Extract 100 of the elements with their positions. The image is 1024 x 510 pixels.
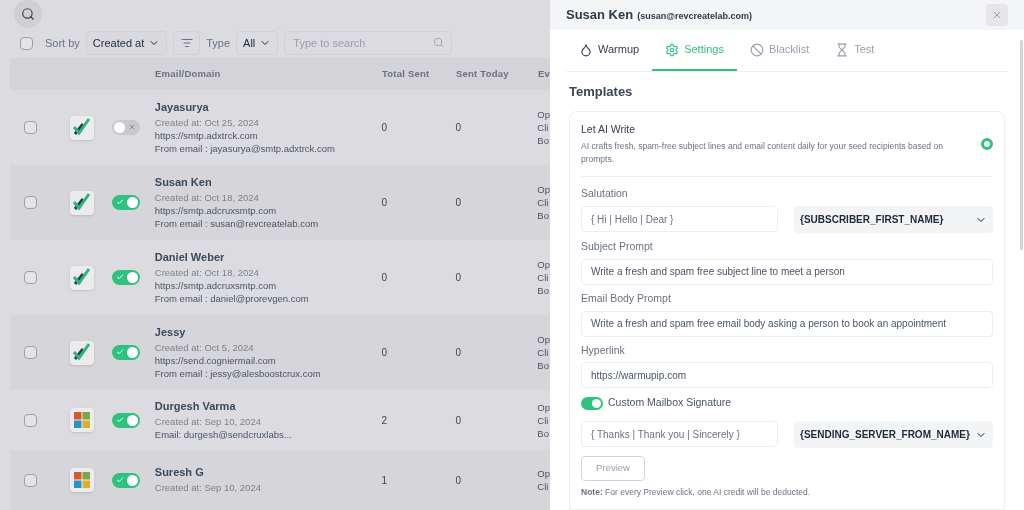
check-icon bbox=[115, 198, 124, 206]
type-dropdown[interactable]: All bbox=[236, 31, 279, 55]
toggle-switch[interactable] bbox=[581, 396, 603, 410]
created-date: Created at: Oct 5, 2024 bbox=[154, 340, 255, 354]
row-checkbox[interactable] bbox=[24, 346, 38, 359]
logo-icon bbox=[69, 340, 94, 365]
account-name: Durgesh Varma bbox=[154, 399, 237, 413]
check-icon bbox=[115, 348, 124, 356]
event-label: Cli bbox=[537, 480, 550, 493]
account-name: Daniel Weber bbox=[154, 250, 226, 264]
close-icon bbox=[991, 9, 1003, 21]
created-date: Created at: Oct 18, 2024 bbox=[154, 190, 260, 204]
panel-email: (susan@revcreatelab.com) bbox=[637, 10, 752, 24]
event-label: Op bbox=[537, 467, 550, 480]
search-icon bbox=[433, 37, 445, 48]
account-detail: From email : jayasurya@smtp.adxtrck.com bbox=[154, 141, 336, 155]
signoff-field[interactable]: { Thanks | Thank you | Sincerely } bbox=[581, 421, 778, 447]
toggle-switch[interactable] bbox=[111, 472, 140, 488]
toggle-switch[interactable] bbox=[111, 270, 140, 285]
row-checkbox[interactable] bbox=[24, 121, 38, 134]
table-row[interactable]: Jessy Created at: Oct 5, 2024 https://send.cogniermail.com From email : jessy@alesboostcrux.com 0 0 Op Cli Bo bbox=[10, 315, 550, 390]
event-label: Op bbox=[537, 183, 550, 196]
windows-logo-icon bbox=[69, 468, 94, 492]
sent-today: 0 bbox=[455, 346, 462, 360]
toggle-switch[interactable] bbox=[111, 412, 140, 428]
search-button[interactable] bbox=[14, 0, 42, 28]
variable-dropdown[interactable]: {SUBSCRIBER_FIRST_NAME} bbox=[794, 206, 993, 233]
event-label: Bo bbox=[537, 209, 550, 222]
account-detail: https://smtp.adcruxsmtp.com bbox=[154, 203, 278, 217]
row-checkbox[interactable] bbox=[24, 196, 38, 209]
total-sent: 1 bbox=[381, 473, 389, 488]
sort-order-button[interactable] bbox=[173, 31, 201, 55]
body-prompt-field[interactable]: Write a fresh and spam free email body asking a person to book an appointment bbox=[581, 310, 993, 337]
event-label: Cli bbox=[537, 121, 550, 134]
row-checkbox[interactable] bbox=[24, 413, 38, 427]
hyperlink-field[interactable]: https://warmupip.com bbox=[581, 362, 993, 389]
row-checkbox[interactable] bbox=[24, 473, 38, 487]
sent-today: 0 bbox=[455, 121, 462, 135]
note-text: Note: For every Preview click, one AI credit will be deducted. bbox=[581, 486, 812, 499]
panel-title: Susan Ken bbox=[566, 6, 634, 25]
windows-logo-icon bbox=[69, 408, 94, 432]
option-description: AI crafts fresh, spam-free subject lines and email content daily for your seed recipients based on prompts. bbox=[581, 140, 944, 167]
event-label: Bo bbox=[537, 134, 550, 147]
event-label: Bo bbox=[537, 426, 550, 440]
created-date: Created at: Sep 10, 2024 bbox=[154, 481, 262, 494]
account-detail: From email : susan@revcreatelab.com bbox=[154, 216, 320, 230]
account-name: Susan Ken bbox=[154, 175, 213, 189]
toggle-switch[interactable] bbox=[111, 345, 140, 360]
sent-today: 0 bbox=[455, 271, 462, 285]
check-icon bbox=[115, 273, 124, 281]
column-header: Email/Domain bbox=[154, 66, 222, 81]
sent-today: 0 bbox=[455, 196, 462, 210]
total-sent: 0 bbox=[381, 121, 389, 135]
section-title: Templates bbox=[569, 83, 634, 101]
event-label: Cli bbox=[537, 346, 550, 359]
created-date: Created at: Oct 18, 2024 bbox=[154, 265, 260, 279]
sent-today: 0 bbox=[455, 473, 462, 488]
event-label: Bo bbox=[537, 284, 550, 297]
sort-label: Sort by bbox=[45, 35, 80, 51]
event-label: Op bbox=[537, 258, 550, 271]
total-sent: 0 bbox=[381, 196, 389, 210]
toggle-switch[interactable] bbox=[111, 120, 140, 135]
account-detail: Email: durgesh@sendcruxlabs... bbox=[154, 427, 293, 441]
account-name: Suresh G bbox=[154, 466, 205, 479]
select-all-checkbox[interactable] bbox=[20, 36, 33, 50]
toggle-label: Custom Mailbox Signature bbox=[608, 395, 732, 411]
account-detail: From email : jessy@alesboostcrux.com bbox=[154, 366, 322, 380]
option-title: Let AI Write bbox=[581, 121, 637, 137]
check-icon bbox=[115, 475, 124, 484]
salutation-field[interactable]: { Hi | Hello | Dear } bbox=[581, 206, 778, 232]
row-checkbox[interactable] bbox=[24, 271, 38, 284]
sort-dropdown[interactable]: Created at bbox=[85, 31, 168, 55]
radio-button[interactable] bbox=[981, 137, 993, 150]
event-label: Cli bbox=[537, 271, 550, 284]
check-icon bbox=[115, 415, 124, 424]
account-name: Jessy bbox=[154, 325, 187, 339]
table-row[interactable]: Suresh G Created at: Sep 10, 2024 1 0 Op Cli bbox=[10, 450, 550, 510]
drop-icon bbox=[579, 42, 593, 57]
column-header: Sent Today bbox=[455, 66, 510, 81]
account-detail: https://smtp.adcruxsmtp.com bbox=[154, 278, 278, 292]
field-label: Hyperlink bbox=[581, 342, 626, 358]
field-label: Salutation bbox=[581, 186, 629, 202]
search-field[interactable]: Type to search bbox=[284, 31, 453, 55]
account-detail: https://smtp.adxtrck.com bbox=[154, 128, 259, 142]
sort-lines-icon bbox=[180, 37, 193, 49]
toggle-switch[interactable] bbox=[111, 195, 140, 210]
tab[interactable]: Warmup bbox=[566, 30, 653, 71]
settings-icon bbox=[665, 42, 680, 57]
logo-icon bbox=[69, 115, 94, 140]
event-label: Op bbox=[537, 400, 550, 414]
variable-dropdown[interactable]: {SENDING_SERVER_FROM_NAME} bbox=[794, 421, 993, 448]
hourglass-icon bbox=[835, 42, 850, 57]
column-header: Ev bbox=[537, 66, 550, 81]
subject-prompt-field[interactable]: Write a fresh and spam free subject line to meet a person bbox=[581, 258, 993, 285]
sent-today: 0 bbox=[455, 413, 462, 428]
close-button[interactable] bbox=[986, 4, 1008, 26]
table-row[interactable]: Susan Ken Created at: Oct 18, 2024 https://smtp.adcruxsmtp.com From email : susan@revcreatelab.com 0 0 Op Cli Bo bbox=[10, 165, 550, 240]
total-sent: 0 bbox=[381, 346, 389, 360]
ban-icon bbox=[749, 42, 764, 57]
created-date: Created at: Sep 10, 2024 bbox=[154, 414, 262, 428]
